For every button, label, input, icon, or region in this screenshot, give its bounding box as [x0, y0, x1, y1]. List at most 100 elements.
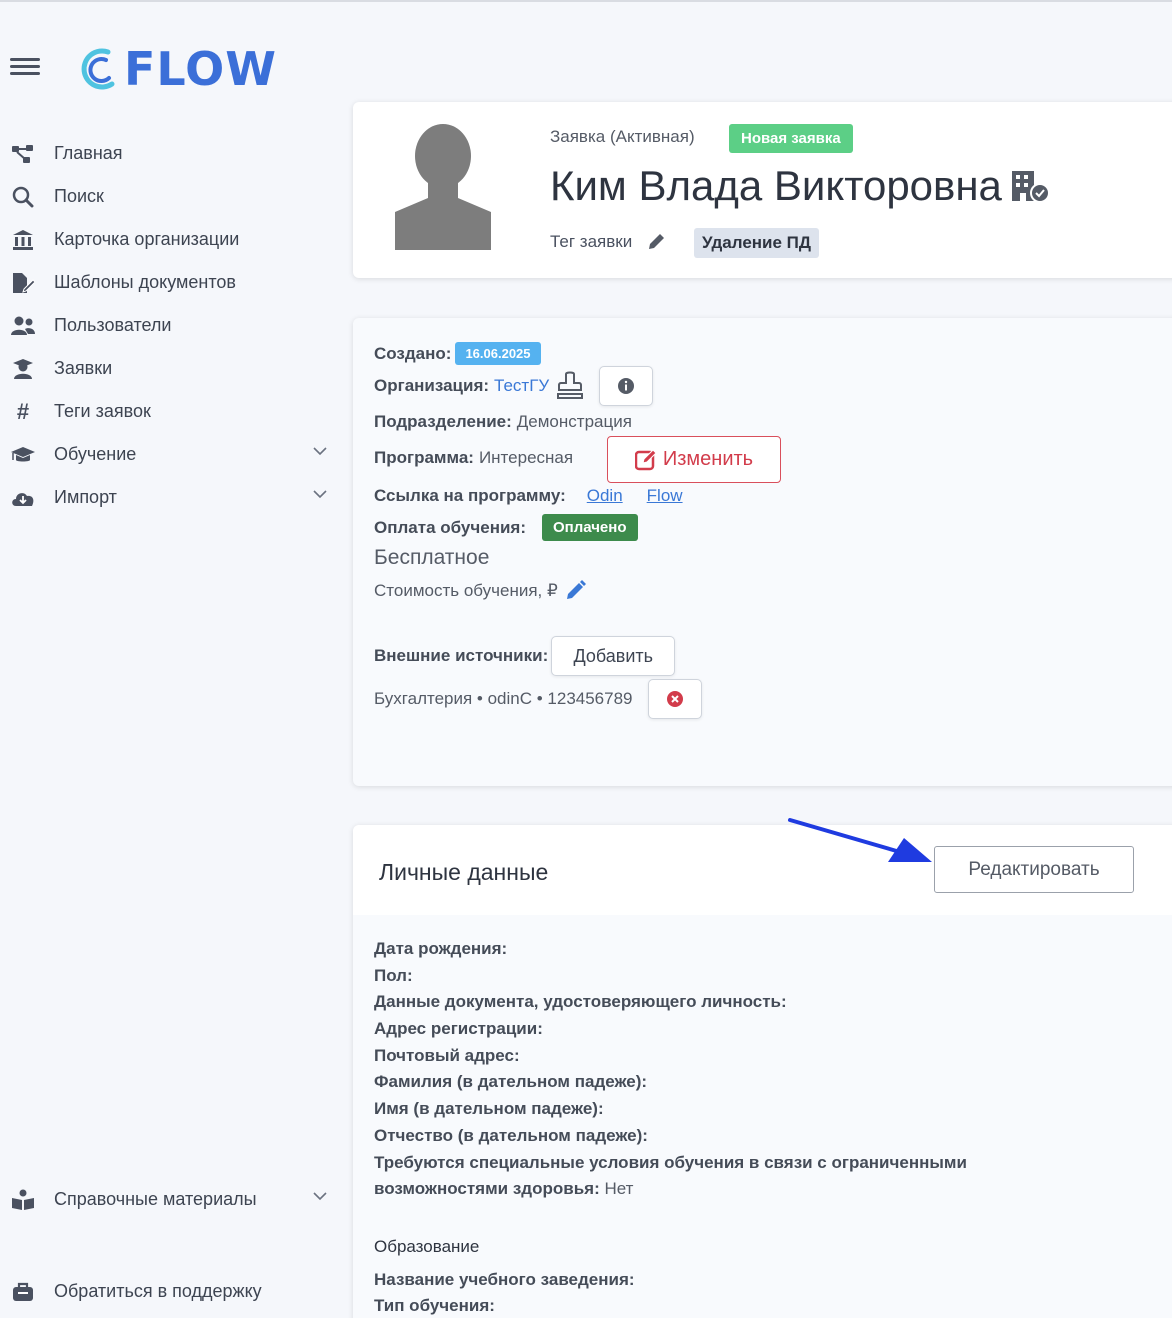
change-button-label: Изменить — [662, 448, 754, 470]
sidebar-item-label: Обучение — [54, 444, 137, 464]
applicant-name: Ким Влада Викторовна — [550, 162, 1002, 209]
change-program-button[interactable]: Изменить — [607, 436, 781, 483]
logo-text: FLOW — [124, 42, 277, 96]
organization-row: Организация: ТестГУ — [374, 366, 654, 406]
share-nodes-icon — [10, 143, 36, 165]
remove-source-button[interactable] — [647, 679, 702, 719]
tag-label: Тег заявки — [550, 232, 633, 251]
sidebar-item-label: Главная — [54, 143, 123, 163]
field-birth-date: Дата рождения: — [374, 939, 507, 959]
program-link-label: Ссылка на программу: — [374, 486, 566, 505]
field-label: Адрес регистрации: — [374, 1019, 543, 1038]
flow-link[interactable]: Flow — [647, 486, 683, 506]
close-icon — [666, 691, 683, 707]
tag-label-row: Тег заявки — [550, 232, 666, 252]
program-value: Интересная — [478, 448, 574, 467]
education-heading: Образование — [374, 1237, 480, 1256]
sources-row: Внешние источники: Добавить — [374, 636, 676, 676]
tag-chip[interactable]: Удаление ПД — [694, 228, 820, 258]
users-icon — [10, 315, 36, 337]
field-special-conditions: Требуются специальные условия обучения в… — [374, 1153, 967, 1173]
chevron-down-icon — [313, 490, 327, 499]
field-label: Фамилия (в дательном падеже): — [374, 1072, 648, 1091]
support-briefcase-icon — [10, 1281, 36, 1303]
info-icon — [618, 378, 635, 394]
organization-label: Организация: — [374, 376, 490, 395]
sidebar-item-label: Шаблоны документов — [54, 272, 236, 292]
flow-logo[interactable]: FLOW — [78, 42, 277, 96]
sidebar-item-organization[interactable]: Карточка организации — [10, 218, 335, 261]
info-button[interactable] — [599, 366, 654, 406]
file-edit-icon — [10, 272, 36, 294]
menu-toggle-icon[interactable] — [10, 58, 40, 78]
sidebar-item-label: Заявки — [54, 358, 113, 378]
created-label: Создано: — [374, 343, 452, 363]
sidebar-item-applications[interactable]: Заявки — [10, 347, 335, 390]
personal-data-card: Личные данные Редактировать Дата рождени… — [353, 825, 1172, 1318]
field-label: Требуются специальные условия обучения в… — [374, 1153, 967, 1172]
payment-row: Оплата обучения: Оплачено — [374, 514, 638, 541]
field-label: Пол: — [374, 966, 413, 985]
sidebar-item-support[interactable]: Обратиться в поддержку — [10, 1270, 335, 1313]
building-check-icon — [1011, 171, 1050, 203]
graduation-cap-icon — [10, 444, 36, 466]
field-label: Имя (в дательном падеже): — [374, 1099, 604, 1118]
field-label: Отчество (в дательном падеже): — [374, 1126, 648, 1145]
field-surname-dative: Фамилия (в дательном падеже): — [374, 1072, 647, 1092]
sidebar-item-label: Справочные материалы — [54, 1189, 257, 1209]
sidebar-item-label: Пользователи — [54, 315, 172, 335]
bank-icon — [10, 229, 36, 251]
status-badge: Новая заявка — [729, 124, 853, 153]
page-title: Ким Влада Викторовна — [550, 162, 1052, 210]
created-row: Создано: 16.06.2025 — [374, 342, 541, 365]
field-id-document: Данные документа, удостоверяющего личнос… — [374, 992, 787, 1012]
field-label: Данные документа, удостоверяющего личнос… — [374, 992, 787, 1011]
pencil-icon[interactable] — [646, 232, 666, 252]
department-label: Подразделение: — [374, 412, 512, 431]
sidebar-item-education[interactable]: Обучение — [10, 433, 335, 476]
sidebar-item-tags[interactable]: # Теги заявок — [10, 390, 335, 433]
flow-logo-icon — [81, 48, 115, 90]
sidebar-item-label: Поиск — [54, 186, 104, 206]
personal-data-header: Личные данные Редактировать — [353, 825, 1172, 915]
add-source-button[interactable]: Добавить — [551, 636, 676, 676]
user-graduate-icon — [10, 358, 36, 380]
chevron-down-icon — [313, 1192, 327, 1201]
stamp-icon[interactable] — [555, 371, 585, 401]
sidebar-bottom: Справочные материалы — [10, 1178, 335, 1221]
sidebar-item-home[interactable]: Главная — [10, 132, 335, 175]
source-entry-row: Бухгалтерия • odinC • 123456789 — [374, 679, 702, 719]
department-row: Подразделение: Демонстрация — [374, 412, 632, 432]
field-postal-address: Почтовый адрес: — [374, 1046, 520, 1066]
sidebar-item-label: Обратиться в поддержку — [54, 1281, 262, 1301]
payment-label: Оплата обучения: — [374, 517, 526, 537]
field-gender: Пол: — [374, 966, 413, 986]
field-label: возможностями здоровья: — [374, 1179, 600, 1198]
profile-card: Заявка (Активная) Новая заявка Ким Влада… — [353, 102, 1172, 278]
book-reader-icon — [10, 1189, 36, 1211]
program-row: Программа: Интересная — [374, 448, 573, 468]
cost-label: Стоимость обучения, ₽ — [374, 581, 558, 600]
organization-link[interactable]: ТестГУ — [494, 376, 549, 396]
field-label: Дата рождения: — [374, 939, 508, 958]
field-study-type: Тип обучения: — [374, 1296, 495, 1316]
sidebar-item-label: Теги заявок — [54, 401, 151, 421]
sidebar-item-search[interactable]: Поиск — [10, 175, 335, 218]
field-name-dative: Имя (в дательном падеже): — [374, 1099, 604, 1119]
sidebar-item-reference[interactable]: Справочные материалы — [10, 1178, 335, 1221]
sidebar-item-users[interactable]: Пользователи — [10, 304, 335, 347]
annotation-arrow — [788, 818, 932, 862]
cost-row: Стоимость обучения, ₽ — [374, 580, 586, 602]
sidebar-item-label: Карточка организации — [54, 229, 240, 249]
field-registration-address: Адрес регистрации: — [374, 1019, 543, 1039]
application-info-card: Создано: 16.06.2025 Организация: ТестГУ … — [353, 318, 1172, 786]
sidebar-item-import[interactable]: Импорт — [10, 476, 335, 519]
edit-personal-data-button[interactable]: Редактировать — [934, 846, 1134, 893]
search-icon — [10, 186, 36, 208]
free-label: Бесплатное — [374, 546, 490, 569]
paid-badge: Оплачено — [542, 514, 638, 541]
pencil-icon[interactable] — [564, 580, 586, 602]
top-border — [0, 0, 1172, 5]
sidebar-item-templates[interactable]: Шаблоны документов — [10, 261, 335, 304]
odin-link[interactable]: Odin — [587, 486, 623, 506]
